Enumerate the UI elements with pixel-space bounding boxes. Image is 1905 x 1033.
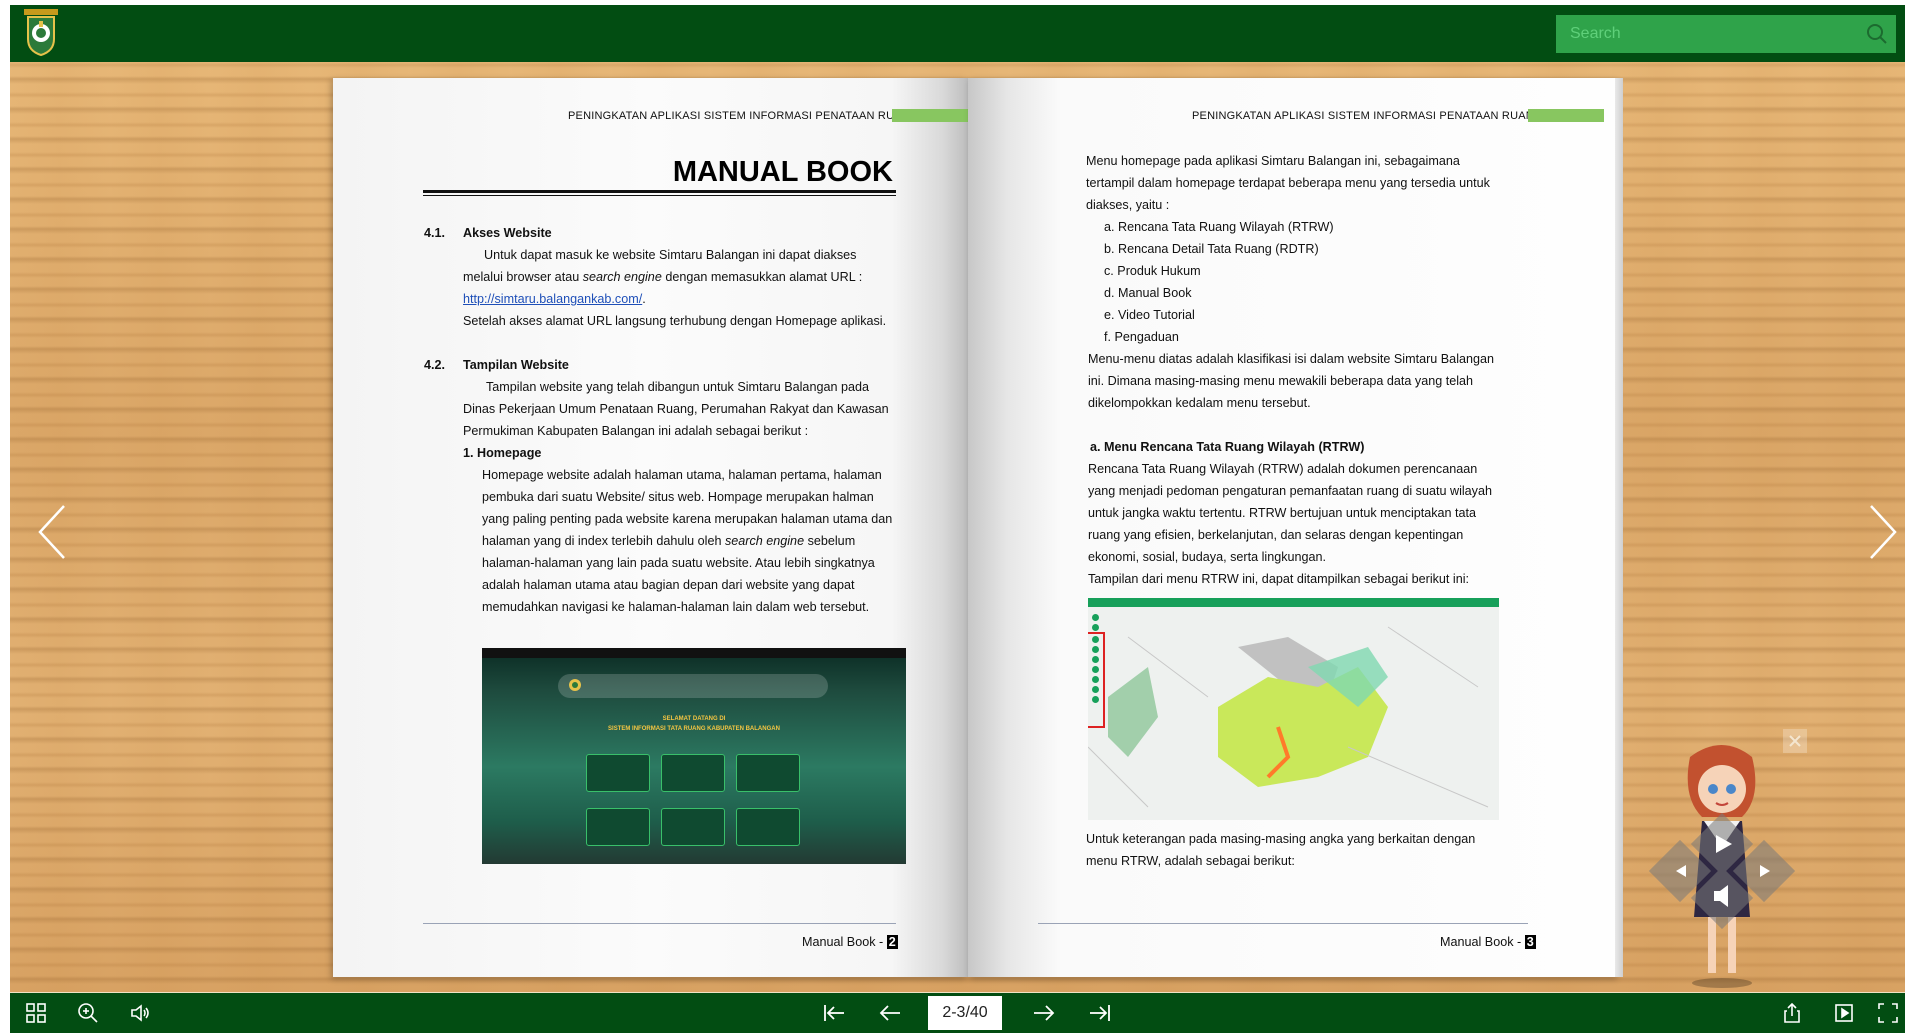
footer-rule [1038, 923, 1528, 924]
paragraph-line: ruang yang efisien, berkelanjutan, dan s… [1088, 528, 1464, 542]
paragraph-line: yang menjadi pedoman pengaturan pemanfaa… [1088, 484, 1492, 498]
paragraph-line: Menu-menu diatas adalah klasifikasi isi … [1088, 352, 1495, 366]
list-item: c. Produk Hukum [1104, 264, 1201, 278]
zoom-in-icon[interactable] [76, 1001, 100, 1025]
previous-page-icon[interactable] [878, 1001, 902, 1025]
paragraph-line: halaman yang di index terlebih dahulu ol… [482, 534, 856, 548]
paragraph-line: Untuk dapat masuk ke website Simtaru Bal… [484, 248, 857, 262]
next-page-icon[interactable] [1032, 1001, 1056, 1025]
left-page[interactable]: PENINGKATAN APLIKASI SISTEM INFORMASI PE… [333, 78, 968, 977]
list-item: d. Manual Book [1104, 286, 1192, 300]
homepage-screenshot: SELAMAT DATANG DI SISTEM INFORMASI TATA R… [482, 648, 906, 864]
list-item: b. Rencana Detail Tata Ruang (RDTR) [1104, 242, 1319, 256]
book-spread: PENINGKATAN APLIKASI SISTEM INFORMASI PE… [333, 78, 1623, 977]
flipbook-viewer: PENINGKATAN APLIKASI SISTEM INFORMASI PE… [10, 5, 1905, 1033]
paragraph-line: Menu homepage pada aplikasi Simtaru Bala… [1086, 154, 1460, 168]
paragraph-line: memudahkan navigasi ke halaman-halaman l… [482, 600, 870, 614]
prev-page-arrow[interactable] [34, 502, 70, 562]
paragraph-line: dikelompokkan kedalam menu tersebut. [1088, 396, 1311, 410]
page-header-text: PENINGKATAN APLIKASI SISTEM INFORMASI PE… [568, 110, 919, 122]
paragraph-line: melalui browser atau search engine denga… [463, 270, 863, 284]
page-header-accent [892, 109, 968, 122]
sound-icon[interactable] [128, 1001, 152, 1025]
share-icon[interactable] [1780, 1001, 1804, 1025]
autoplay-icon[interactable] [1832, 1001, 1856, 1025]
subsection-title: a. Menu Rencana Tata Ruang Wilayah (RTRW… [1090, 440, 1365, 454]
paragraph-line: menu RTRW, adalah sebagai berikut: [1086, 854, 1295, 868]
paragraph-line: Setelah akses alamat URL langsung terhub… [463, 314, 887, 328]
search-input[interactable] [1556, 15, 1858, 53]
page-header-text: PENINGKATAN APLIKASI SISTEM INFORMASI PE… [1192, 110, 1543, 122]
search-box[interactable] [1556, 15, 1896, 53]
paragraph-line: Tampilan website yang telah dibangun unt… [486, 380, 869, 394]
paragraph-line: http://simtaru.balangankab.com/. [463, 292, 646, 306]
next-page-arrow[interactable] [1865, 502, 1901, 562]
paragraph-line: pembuka dari suatu Website/ situs web. H… [482, 490, 874, 504]
bottom-toolbar: 2-3/40 [10, 993, 1905, 1033]
list-item: f. Pengaduan [1104, 330, 1179, 344]
title-rule-thin [423, 195, 896, 196]
section-number: 4.1. [424, 226, 446, 240]
top-bar [10, 5, 1905, 62]
paragraph-line: halaman-halaman yang lain pada suatu web… [482, 556, 875, 570]
paragraph-line: tertampil dalam homepage terdapat bebera… [1086, 176, 1490, 190]
last-page-icon[interactable] [1088, 1001, 1112, 1025]
page-footer: Manual Book - 2 [802, 935, 898, 949]
page-footer: Manual Book - 3 [1440, 935, 1536, 949]
fullscreen-icon[interactable] [1876, 1001, 1900, 1025]
rtrw-map-screenshot [1088, 598, 1499, 820]
thumbnails-grid-icon[interactable] [24, 1001, 48, 1025]
list-item: a. Rencana Tata Ruang Wilayah (RTRW) [1104, 220, 1334, 234]
section-number: 4.2. [424, 358, 446, 372]
paragraph-line: yang paling penting pada website karena … [482, 512, 893, 526]
first-page-icon[interactable] [822, 1001, 846, 1025]
balangan-logo [22, 7, 60, 57]
paragraph-line: diakses, yaitu : [1086, 198, 1170, 212]
paragraph-line: Rencana Tata Ruang Wilayah (RTRW) adalah… [1088, 462, 1478, 476]
footer-rule [423, 923, 896, 924]
paragraph-line: Tampilan dari menu RTRW ini, dapat ditam… [1088, 572, 1470, 586]
search-icon[interactable] [1858, 15, 1896, 53]
paragraph-line: Untuk keterangan pada masing-masing angk… [1086, 832, 1476, 846]
page-header-accent [1528, 109, 1604, 122]
paragraph-line: Permukiman Kabupaten Balangan ini adalah… [463, 424, 809, 438]
section-title: Akses Website [463, 226, 552, 240]
list-item: e. Video Tutorial [1104, 308, 1195, 322]
title-rule [423, 190, 896, 193]
assistant-character[interactable] [1642, 737, 1802, 997]
paragraph-line: ini. Dimana masing-masing menu mewakili … [1088, 374, 1474, 388]
page-indicator[interactable]: 2-3/40 [928, 996, 1002, 1030]
right-page[interactable]: PENINGKATAN APLIKASI SISTEM INFORMASI PE… [968, 78, 1623, 977]
section-title: Tampilan Website [463, 358, 569, 372]
paragraph-line: untuk jangka waktu tertentu. RTRW bertuj… [1088, 506, 1477, 520]
page-title: MANUAL BOOK [672, 156, 893, 188]
paragraph-line: Dinas Pekerjaan Umum Penataan Ruang, Per… [463, 402, 889, 416]
paragraph-line: ekonomi, sosial, budaya, serta lingkunga… [1088, 550, 1327, 564]
website-url-link[interactable]: http://simtaru.balangankab.com/ [463, 292, 642, 306]
paragraph-line: Homepage website adalah halaman utama, h… [482, 468, 882, 482]
paragraph-line: adalah halaman utama atau bagian depan d… [482, 578, 855, 592]
subsection-title: 1. Homepage [463, 446, 542, 460]
